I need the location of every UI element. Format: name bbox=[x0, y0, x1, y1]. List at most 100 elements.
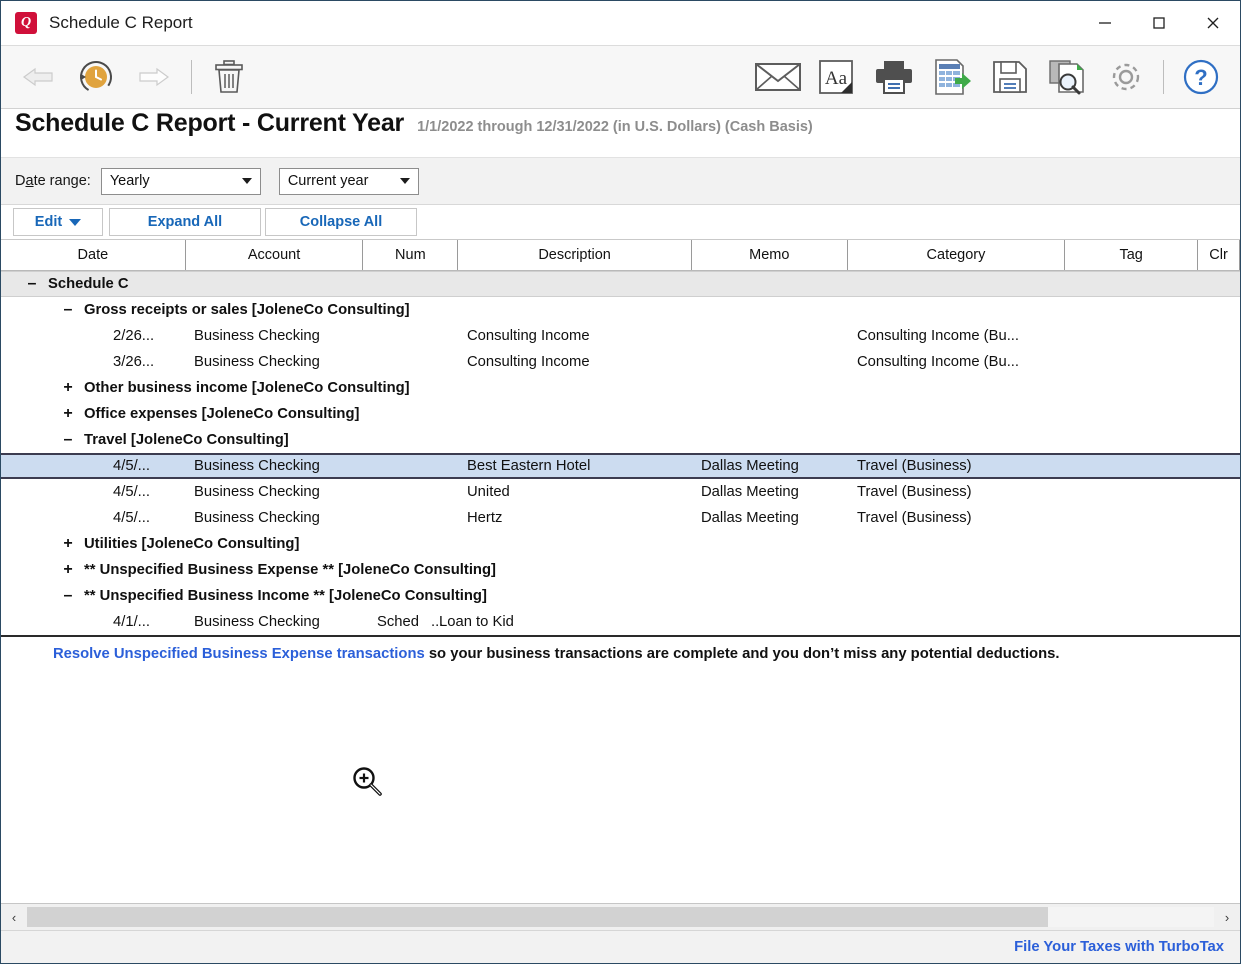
table-row[interactable]: 4/5/... Business Checking Hertz Dallas Meet… bbox=[1, 505, 1240, 531]
expand-toggle-icon[interactable]: + bbox=[61, 405, 75, 423]
edit-button[interactable]: Edit bbox=[13, 208, 103, 236]
resolve-unspecified-link[interactable]: Resolve Unspecified Business Expense tra… bbox=[53, 646, 425, 662]
group-row[interactable]: + Office expenses [JoleneCo Consulting] bbox=[1, 401, 1240, 427]
date-range-select[interactable]: Yearly bbox=[100, 167, 261, 195]
cell-memo: Dallas Meeting bbox=[701, 510, 799, 526]
period-value: Current year bbox=[287, 173, 369, 189]
group-row[interactable]: + ** Unspecified Business Expense ** [Jol… bbox=[1, 557, 1240, 583]
font-icon[interactable]: Aa bbox=[807, 48, 865, 106]
group-row[interactable]: + Utilities [JoleneCo Consulting] bbox=[1, 531, 1240, 557]
close-button[interactable] bbox=[1186, 1, 1240, 45]
cell-description: Consulting Income bbox=[467, 354, 590, 370]
scrollbar-thumb[interactable] bbox=[27, 907, 1048, 927]
cell-account: Business Checking bbox=[194, 328, 320, 344]
report-rows: – Schedule C – Gross receipts or sales [Jol… bbox=[1, 271, 1240, 635]
column-header-clr[interactable]: Clr bbox=[1198, 240, 1240, 270]
column-header-num[interactable]: Num bbox=[363, 240, 459, 270]
expand-all-button[interactable]: Expand All bbox=[109, 208, 261, 236]
collapse-toggle-icon[interactable]: – bbox=[61, 431, 75, 449]
preview-icon[interactable] bbox=[1039, 48, 1097, 106]
column-header-category[interactable]: Category bbox=[848, 240, 1066, 270]
cell-memo: Dallas Meeting bbox=[701, 458, 799, 474]
forward-icon[interactable] bbox=[125, 48, 183, 106]
email-icon[interactable] bbox=[749, 48, 807, 106]
cell-account: Business Checking bbox=[194, 458, 320, 474]
horizontal-scrollbar[interactable]: ‹ › bbox=[1, 903, 1240, 930]
expand-toggle-icon[interactable]: + bbox=[61, 535, 75, 553]
group-row[interactable]: + Other business income [JoleneCo Consult… bbox=[1, 375, 1240, 401]
report-window: Q Schedule C Report Aa ? Schedule C Repo… bbox=[0, 0, 1241, 964]
chevron-down-icon bbox=[69, 218, 82, 226]
print-icon[interactable] bbox=[865, 48, 923, 106]
svg-text:?: ? bbox=[1194, 65, 1207, 90]
delete-icon[interactable] bbox=[200, 48, 258, 106]
cell-date: 4/1/... bbox=[113, 614, 151, 630]
date-range-bar: Date range: Yearly Current year bbox=[1, 158, 1240, 205]
report-action-bar: Edit Expand All Collapse All bbox=[1, 205, 1240, 240]
scroll-left-button[interactable]: ‹ bbox=[1, 904, 27, 930]
period-select[interactable]: Current year bbox=[278, 167, 419, 195]
cell-category: Consulting Income (Bu... bbox=[857, 328, 1020, 344]
refresh-history-icon[interactable] bbox=[67, 48, 125, 106]
collapse-toggle-icon[interactable]: – bbox=[25, 275, 39, 293]
table-row[interactable]: 4/5/... Business Checking Best Eastern Hot… bbox=[1, 453, 1240, 479]
date-range-label: Date range: bbox=[15, 173, 91, 189]
group-label: Travel [JoleneCo Consulting] bbox=[84, 432, 289, 448]
maximize-button[interactable] bbox=[1132, 1, 1186, 45]
toolbar: Aa ? bbox=[1, 45, 1240, 109]
quicken-logo-icon: Q bbox=[15, 12, 37, 34]
cell-description: Consulting Income bbox=[467, 328, 590, 344]
expand-toggle-icon[interactable]: + bbox=[61, 561, 75, 579]
column-header-description[interactable]: Description bbox=[458, 240, 692, 270]
collapse-toggle-icon[interactable]: – bbox=[61, 301, 75, 319]
report-header: Schedule C Report - Current Year 1/1/202… bbox=[1, 109, 1240, 158]
chevron-down-icon[interactable] bbox=[232, 168, 260, 194]
cell-account: Business Checking bbox=[194, 614, 320, 630]
page-title: Schedule C Report - Current Year bbox=[15, 109, 405, 137]
column-header-tag[interactable]: Tag bbox=[1065, 240, 1199, 270]
cell-account: Business Checking bbox=[194, 354, 320, 370]
window-title: Schedule C Report bbox=[49, 13, 193, 32]
zoom-in-cursor-icon bbox=[353, 767, 382, 796]
group-row[interactable]: – Gross receipts or sales [JoleneCo Consu… bbox=[1, 297, 1240, 323]
collapse-all-button[interactable]: Collapse All bbox=[265, 208, 417, 236]
cell-description: Hertz bbox=[467, 510, 503, 526]
minimize-button[interactable] bbox=[1078, 1, 1132, 45]
table-row[interactable]: 2/26... Business Checking Consulting Incom… bbox=[1, 323, 1240, 349]
save-icon[interactable] bbox=[981, 48, 1039, 106]
cell-category: Travel (Business) bbox=[857, 510, 972, 526]
turbotax-link[interactable]: File Your Taxes with TurboTax bbox=[1014, 939, 1224, 955]
table-row[interactable]: 3/26... Business Checking Consulting Incom… bbox=[1, 349, 1240, 375]
toolbar-left-group bbox=[1, 48, 258, 106]
title-bar: Q Schedule C Report bbox=[1, 1, 1240, 45]
group-label: Utilities [JoleneCo Consulting] bbox=[84, 536, 300, 552]
group-row[interactable]: – Travel [JoleneCo Consulting] bbox=[1, 427, 1240, 453]
back-icon[interactable] bbox=[9, 48, 67, 106]
cell-date: 2/26... bbox=[113, 328, 155, 344]
collapse-toggle-icon[interactable]: – bbox=[61, 587, 75, 605]
group-label: Schedule C bbox=[48, 276, 129, 292]
expand-toggle-icon[interactable]: + bbox=[61, 379, 75, 397]
toolbar-divider-2 bbox=[1163, 60, 1164, 94]
edit-button-label: Edit bbox=[34, 214, 63, 230]
cell-description: United bbox=[467, 484, 510, 500]
cell-description: Loan to Kid bbox=[439, 614, 514, 630]
column-header-row: Date Account Num Description Memo Category Tag… bbox=[1, 240, 1240, 271]
group-row[interactable]: – Schedule C bbox=[1, 271, 1240, 297]
scroll-right-button[interactable]: › bbox=[1214, 904, 1240, 930]
column-header-account[interactable]: Account bbox=[186, 240, 364, 270]
help-icon[interactable]: ? bbox=[1172, 48, 1230, 106]
svg-text:Aa: Aa bbox=[825, 68, 848, 89]
table-row[interactable]: 4/1/... Business Checking Sched... Loan to … bbox=[1, 609, 1240, 635]
chevron-down-icon[interactable] bbox=[390, 168, 418, 194]
resolve-note-rest: so your business transactions are comple… bbox=[424, 646, 1060, 662]
scrollbar-track[interactable] bbox=[27, 907, 1214, 927]
table-row[interactable]: 4/5/... Business Checking United Dallas Mee… bbox=[1, 479, 1240, 505]
group-row[interactable]: – ** Unspecified Business Income ** [Jole… bbox=[1, 583, 1240, 609]
column-header-memo[interactable]: Memo bbox=[692, 240, 848, 270]
export-icon[interactable] bbox=[923, 48, 981, 106]
group-label: ** Unspecified Business Expense ** [Jole… bbox=[84, 562, 496, 578]
column-header-date[interactable]: Date bbox=[1, 240, 186, 270]
cell-date: 4/5/... bbox=[113, 510, 151, 526]
gear-icon[interactable] bbox=[1097, 48, 1155, 106]
